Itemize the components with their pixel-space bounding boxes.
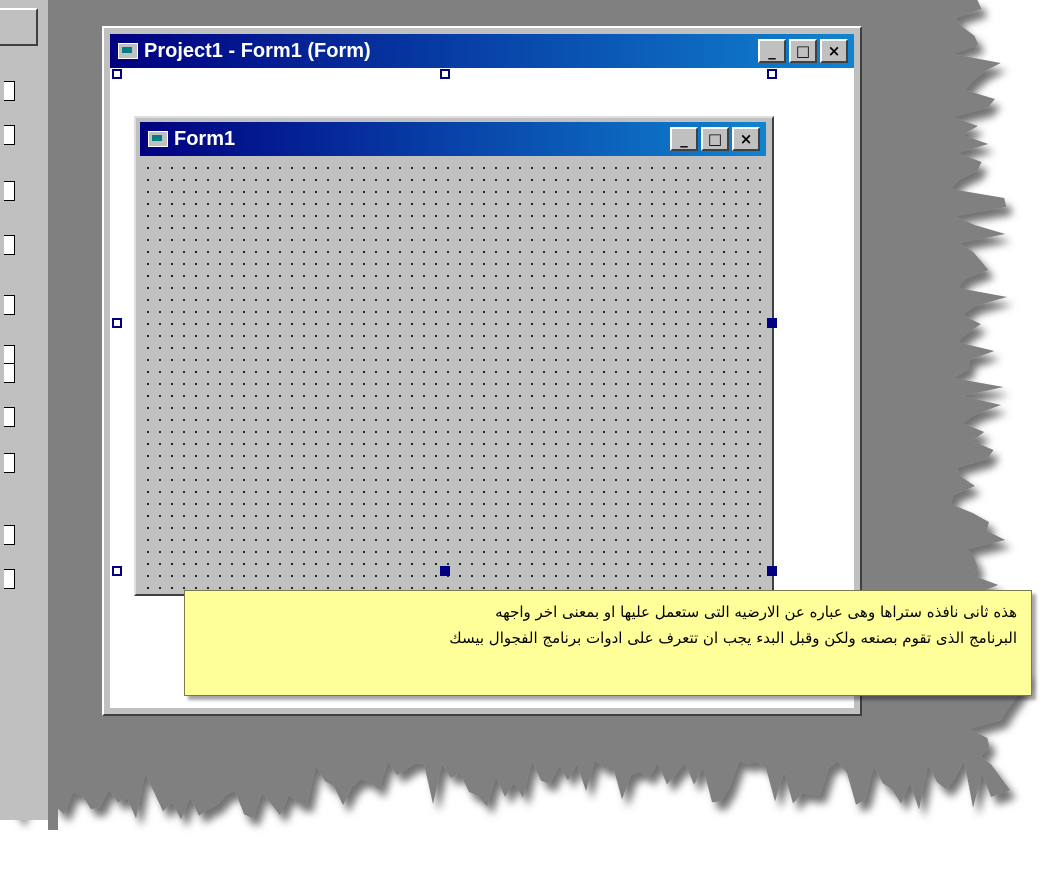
optionbutton-icon[interactable] [4, 360, 36, 386]
listbox-icon[interactable] [4, 450, 36, 476]
note-line-1: هذه ثانى نافذه ستراها وهى عباره عن الارض… [495, 603, 1017, 621]
hscrollbar-icon[interactable] [4, 522, 36, 548]
toolbox-border [48, 0, 58, 830]
form-design-grid[interactable] [138, 158, 768, 590]
project-titlebar[interactable]: Project1 - Form1 (Form) _ □ × [110, 34, 854, 68]
resize-handle-top[interactable] [440, 69, 450, 79]
minimize-icon: _ [680, 129, 688, 148]
commandbutton-icon[interactable] [4, 292, 36, 318]
resize-handle-top-left[interactable] [112, 69, 122, 79]
explanation-note: هذه ثانى نافذه ستراها وهى عباره عن الارض… [184, 590, 1032, 696]
vscrollbar-icon[interactable] [4, 566, 36, 592]
form-app-icon [118, 43, 138, 59]
label-icon[interactable] [4, 122, 36, 148]
note-line-2: البرنامج الذى تقوم بصنعه ولكن وقبل البدء… [449, 629, 1017, 647]
resize-handle-top-right[interactable] [767, 69, 777, 79]
project-caption-buttons: _ □ × [755, 39, 848, 63]
resize-handle-left[interactable] [112, 318, 122, 328]
resize-handle-bottom-right[interactable] [767, 566, 777, 576]
form-caption-buttons: _ □ × [667, 127, 760, 151]
maximize-icon: □ [707, 129, 723, 148]
toolbox [0, 0, 48, 820]
textbox-icon[interactable] [4, 178, 36, 204]
frame-icon[interactable] [4, 232, 36, 258]
close-icon: × [827, 41, 841, 60]
screenshot-stage: Project1 - Form1 (Form) _ □ × Form1 _ □ … [0, 0, 1062, 882]
form-maximize-button[interactable]: □ [701, 127, 729, 151]
resize-handle-bottom-left[interactable] [112, 566, 122, 576]
form-window[interactable]: Form1 _ □ × [134, 116, 774, 596]
pointer-tool-button[interactable] [0, 8, 38, 46]
project-window-title: Project1 - Form1 (Form) [144, 39, 371, 62]
form-titlebar[interactable]: Form1 _ □ × [140, 122, 766, 156]
resize-handle-bottom[interactable] [440, 566, 450, 576]
combobox-icon[interactable] [4, 404, 36, 430]
picturebox-icon[interactable] [4, 78, 36, 104]
close-icon: × [739, 129, 753, 148]
maximize-button[interactable]: □ [789, 39, 817, 63]
close-button[interactable]: × [820, 39, 848, 63]
form-close-button[interactable]: × [732, 127, 760, 151]
maximize-icon: □ [795, 41, 811, 60]
resize-handle-right[interactable] [767, 318, 777, 328]
form-window-title: Form1 [174, 127, 236, 150]
minimize-button[interactable]: _ [758, 39, 786, 63]
form-minimize-button[interactable]: _ [670, 127, 698, 151]
form-icon [148, 131, 168, 147]
minimize-icon: _ [768, 41, 776, 60]
